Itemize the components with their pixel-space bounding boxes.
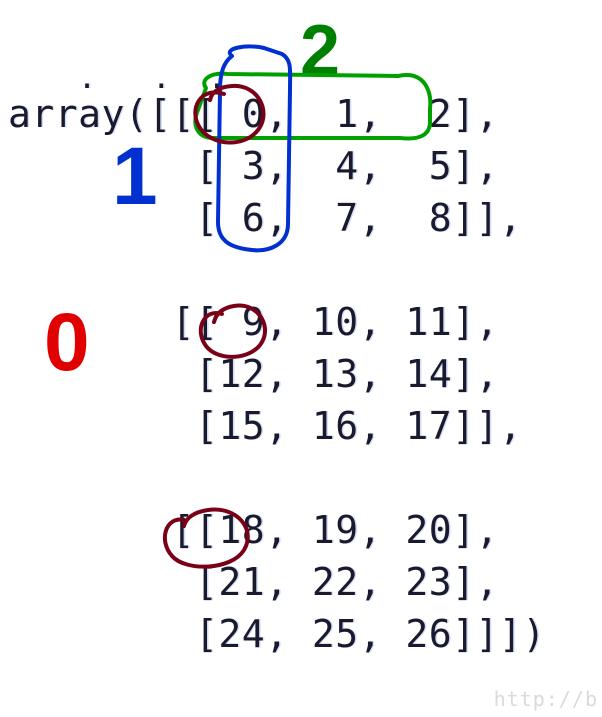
axis-1-label: 1 <box>112 130 158 224</box>
watermark-text: http://b <box>494 687 598 711</box>
dots-icon: . . . <box>78 64 227 94</box>
axis-0-label: 0 <box>44 296 90 390</box>
axis-2-label: 2 <box>300 10 340 92</box>
